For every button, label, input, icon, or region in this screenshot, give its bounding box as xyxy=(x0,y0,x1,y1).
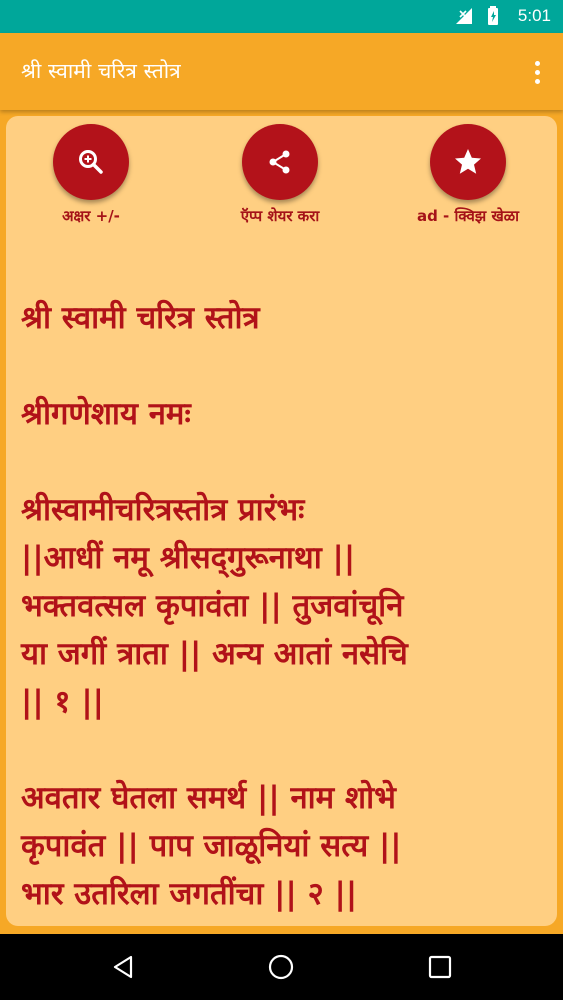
verse-line: अवतार घेतला समर्थ || नाम शोभे xyxy=(21,780,396,816)
verse-line: भक्तवत्सल कृपावंता || तुजवांचूनि xyxy=(21,588,404,624)
verse-line: भार उतरिला जगतींचा || २ || xyxy=(21,876,358,912)
verse-line: || १ || xyxy=(21,684,104,720)
font-size-button[interactable] xyxy=(53,124,129,200)
content-card: अक्षर +/- ऍप्प शेयर करा ad - क्विझ खेळा … xyxy=(6,116,557,926)
quiz-action: ad - क्विझ खेळा xyxy=(383,124,553,226)
share-app-button[interactable] xyxy=(242,124,318,200)
font-size-action: अक्षर +/- xyxy=(6,124,176,226)
signal-off-icon xyxy=(454,6,476,26)
battery-charging-icon xyxy=(486,6,508,26)
share-action: ऍप्प शेयर करा xyxy=(195,124,365,226)
home-icon[interactable] xyxy=(266,952,296,982)
zoom-in-icon xyxy=(79,150,103,174)
verse-line: ||आधीं नमू श्रीसद्‌गुरूनाथा || xyxy=(21,540,356,576)
navigation-bar xyxy=(0,934,563,1000)
star-icon xyxy=(455,149,481,174)
verse-line: श्रीस्वामीचरित्रस्तोत्र प्रारंभः xyxy=(21,492,305,528)
font-size-label: अक्षर +/- xyxy=(62,207,120,225)
action-row: अक्षर +/- ऍप्प शेयर करा ad - क्विझ खेळा xyxy=(6,124,557,234)
back-icon[interactable] xyxy=(109,952,139,982)
verse-1: श्रीस्वामीचरित्रस्तोत्र प्रारंभः ||आधीं … xyxy=(21,486,546,726)
verse-line: या जगीं त्राता || अन्य आतां नसेचि xyxy=(21,636,408,672)
share-icon xyxy=(269,150,290,174)
status-bar: 5:01 xyxy=(0,0,563,33)
app-bar: श्री स्वामी चरित्र स्तोत्र xyxy=(0,33,563,110)
app-title: श्री स्वामी चरित्र स्तोत्र xyxy=(21,59,181,83)
verse-line: कृपावंत || पाप जाळूनियां सत्य || xyxy=(21,828,402,864)
quiz-label: ad - क्विझ खेळा xyxy=(416,207,520,225)
share-label: ऍप्प शेयर करा xyxy=(240,207,320,225)
quiz-ad-button[interactable] xyxy=(430,124,506,200)
stotra-text: श्री स्वामी चरित्र स्तोत्र श्रीगणेशाय नम… xyxy=(21,294,546,926)
status-time: 5:01 xyxy=(517,6,551,25)
invocation-line: श्रीगणेशाय नमः xyxy=(21,396,191,432)
recents-icon[interactable] xyxy=(425,952,455,982)
verse-2: अवतार घेतला समर्थ || नाम शोभे कृपावंत ||… xyxy=(21,774,546,918)
more-vert-icon[interactable] xyxy=(527,57,547,87)
status-icons: 5:01 xyxy=(454,6,551,26)
stotra-heading: श्री स्वामी चरित्र स्तोत्र xyxy=(21,300,260,336)
